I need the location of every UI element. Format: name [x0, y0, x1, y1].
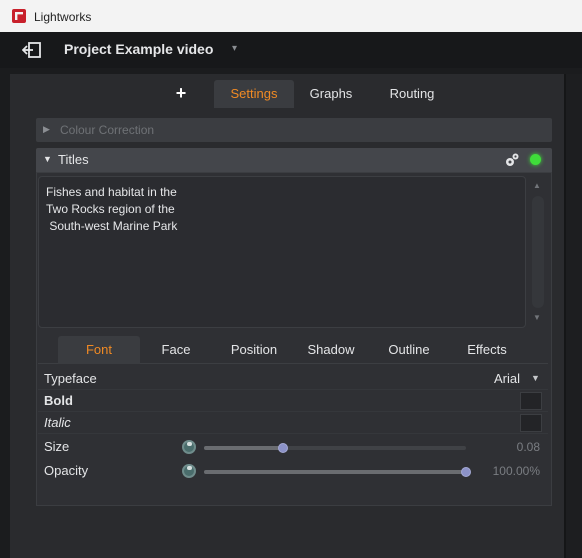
tab-routing[interactable]: Routing — [376, 80, 448, 108]
collapse-arrow-icon: ▼ — [43, 154, 52, 164]
tab-graphs[interactable]: Graphs — [300, 80, 362, 108]
subtab-shadow[interactable]: Shadow — [300, 336, 362, 364]
titles-section-header[interactable]: ▼ Titles — [36, 148, 552, 172]
section-label: Colour Correction — [60, 123, 155, 137]
size-slider-track[interactable] — [204, 446, 466, 450]
reset-knob-icon[interactable] — [182, 464, 196, 478]
app-title: Lightworks — [34, 10, 92, 24]
scroll-down-icon[interactable]: ▼ — [533, 313, 541, 322]
size-row: Size 0.08 — [38, 436, 548, 458]
title-text-content[interactable]: Fishes and habitat in the Two Rocks regio… — [46, 184, 177, 235]
scroll-up-icon[interactable]: ▲ — [533, 181, 541, 190]
right-panel-edge — [564, 74, 582, 558]
italic-checkbox[interactable] — [520, 414, 542, 432]
title-text-line: Two Rocks region of the — [46, 202, 175, 216]
typeface-row: Typeface Arial ▼ — [38, 368, 548, 390]
panel-tabs: + Settings Graphs Routing — [10, 80, 564, 108]
enabled-status-dot[interactable] — [530, 154, 541, 165]
exit-icon[interactable] — [22, 41, 42, 59]
bold-row: Bold — [38, 390, 548, 412]
scroll-track[interactable] — [532, 196, 544, 308]
subtab-outline[interactable]: Outline — [378, 336, 440, 364]
typeface-select[interactable]: Arial — [494, 371, 520, 386]
typeface-label: Typeface — [44, 371, 97, 386]
tab-settings[interactable]: Settings — [214, 80, 294, 108]
project-title[interactable]: Project Example video — [64, 41, 213, 57]
subtab-face[interactable]: Face — [152, 336, 200, 364]
project-bar: Project Example video ▾ — [0, 32, 582, 68]
italic-label: Italic — [44, 415, 71, 430]
size-slider-thumb[interactable] — [277, 443, 288, 453]
project-dropdown-caret-icon[interactable]: ▾ — [232, 43, 237, 54]
lightworks-logo-icon — [12, 9, 26, 23]
opacity-label: Opacity — [44, 463, 89, 478]
section-label: Titles — [58, 152, 89, 167]
expand-arrow-icon: ▶ — [43, 124, 50, 134]
size-value[interactable]: 0.08 — [478, 440, 540, 454]
gears-icon[interactable] — [504, 152, 520, 168]
bold-checkbox[interactable] — [520, 392, 542, 410]
size-label: Size — [44, 439, 70, 454]
subtab-effects[interactable]: Effects — [458, 336, 516, 364]
add-tab-button[interactable]: + — [166, 80, 196, 108]
bold-label: Bold — [44, 393, 73, 408]
window-titlebar: Lightworks — [0, 0, 582, 32]
opacity-slider-fill — [204, 470, 466, 474]
italic-row: Italic — [38, 412, 548, 434]
colour-correction-section-header[interactable]: ▶ Colour Correction — [36, 118, 552, 142]
title-text-line: Fishes and habitat in the — [46, 185, 177, 199]
subtab-position[interactable]: Position — [222, 336, 286, 364]
reset-knob-icon[interactable] — [182, 440, 196, 454]
title-text-line: South-west Marine Park — [46, 219, 178, 233]
opacity-value[interactable]: 100.00% — [468, 464, 540, 478]
opacity-row: Opacity 100.00% — [38, 460, 548, 482]
dropdown-caret-icon[interactable]: ▼ — [531, 373, 540, 383]
text-scrollbar[interactable]: ▲ ▼ — [528, 176, 548, 328]
title-subtabs: Font Face Position Shadow Outline Effect… — [38, 336, 548, 364]
size-slider-fill — [204, 446, 283, 450]
opacity-slider-track[interactable] — [204, 470, 466, 474]
subtab-font[interactable]: Font — [58, 336, 140, 364]
